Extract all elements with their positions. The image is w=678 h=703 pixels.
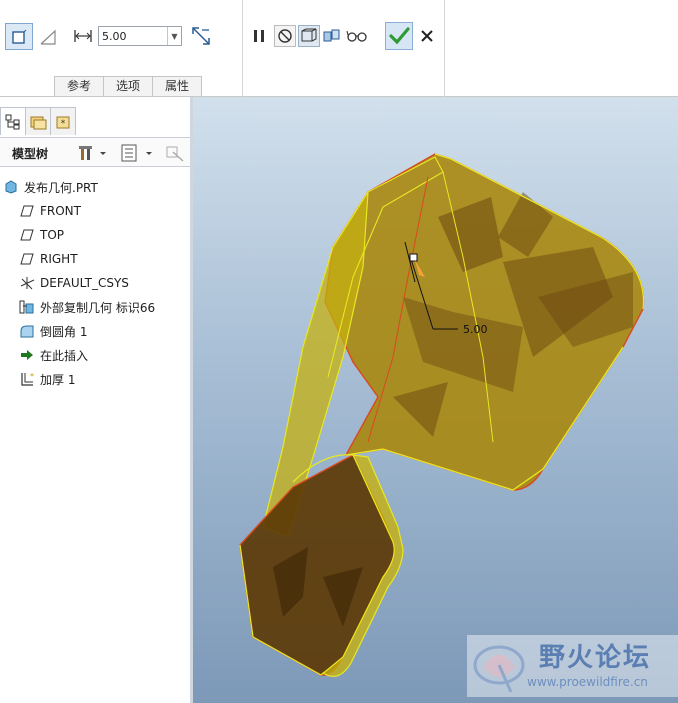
watermark: 野火论坛 www.proewildfire.cn [467, 635, 678, 697]
csys-icon [19, 275, 35, 291]
drag-handle[interactable] [409, 253, 418, 262]
tree-item-top[interactable]: TOP [19, 225, 64, 245]
navigator-panel: * 模型树 发布几何.PRT FRONT TOP RIGHT DEFAULT_C… [0, 97, 193, 703]
cancel-x-icon [421, 30, 433, 42]
no-preview-button[interactable] [274, 25, 296, 47]
tab-references[interactable]: 参考 [54, 76, 105, 96]
tree-item-csys[interactable]: DEFAULT_CSYS [19, 273, 129, 293]
favorites-icon: * [56, 116, 70, 129]
watermark-title: 野火论坛 [539, 643, 652, 673]
folder-browser-icon [30, 116, 47, 129]
depth-dimension-icon [72, 26, 94, 46]
tree-settings-icon [79, 146, 106, 160]
datum-plane-icon [19, 251, 35, 267]
pause-icon [254, 30, 264, 42]
flip-direction-icon [192, 27, 210, 45]
external-copy-icon [19, 299, 35, 315]
filter-button[interactable] [164, 143, 186, 163]
tree-item-part[interactable]: 发布几何.PRT [3, 177, 98, 197]
tree-settings-button[interactable] [76, 143, 110, 163]
svg-text:*: * [61, 119, 66, 129]
thicken-dashboard: ▼ [0, 0, 678, 97]
watermark-logo [473, 645, 525, 693]
verify-icon [323, 29, 340, 42]
insert-here-arrow-icon [19, 347, 35, 363]
tree-item-label: DEFAULT_CSYS [40, 276, 129, 290]
glasses-icon [346, 30, 367, 42]
tab-favorites[interactable]: * [50, 107, 76, 135]
verify-button[interactable] [321, 25, 343, 47]
tree-item-external-copy[interactable]: 外部复制几何 标识66 [19, 297, 155, 317]
no-preview-icon [278, 29, 292, 43]
depth-field[interactable]: ▼ [98, 26, 182, 46]
tree-item-right[interactable]: RIGHT [19, 249, 78, 269]
tab-folder-browser[interactable] [25, 107, 51, 135]
graphics-viewport[interactable]: 5.00 [193, 97, 678, 703]
tree-item-label: 外部复制几何 标识66 [40, 300, 156, 315]
ok-button[interactable] [385, 22, 413, 50]
tree-item-label: RIGHT [40, 252, 78, 266]
round-icon [19, 323, 35, 339]
thicken-surface-button[interactable] [36, 24, 60, 49]
separator [242, 0, 243, 97]
tree-item-label: 加厚 1 [40, 372, 76, 387]
separator [444, 0, 445, 97]
tree-item-thicken[interactable]: * 加厚 1 [19, 369, 75, 389]
thicken-surface-icon [40, 29, 56, 45]
thicken-preview-model: 5.00 [239, 153, 645, 677]
svg-text:*: * [30, 372, 34, 381]
model-tree-title: 模型树 [12, 147, 49, 161]
depth-input[interactable] [99, 28, 167, 44]
tree-item-label: FRONT [40, 204, 81, 218]
pause-button[interactable] [249, 26, 269, 46]
tree-item-round[interactable]: 倒圆角 1 [19, 321, 87, 341]
datum-plane-icon [19, 203, 35, 219]
thicken-feature-icon: * [19, 371, 35, 387]
ok-check-icon [389, 27, 410, 45]
tree-item-label: 倒圆角 1 [40, 324, 88, 339]
tree-item-front[interactable]: FRONT [19, 201, 81, 221]
cancel-button[interactable] [417, 26, 437, 46]
depth-dropdown-arrow[interactable]: ▼ [167, 27, 181, 45]
tab-options[interactable]: 选项 [103, 76, 154, 96]
glasses-button[interactable] [345, 26, 369, 46]
navigator-tabs: * [0, 107, 76, 135]
watermark-url: www.proewildfire.cn [527, 675, 648, 689]
depth-dimension-label[interactable]: 5.00 [463, 323, 488, 336]
dashboard-tabs: 参考 选项 属性 [54, 76, 203, 96]
preview-geometry-button[interactable] [298, 25, 320, 47]
preview-geometry-icon [301, 28, 317, 42]
tab-properties[interactable]: 属性 [152, 76, 203, 96]
show-list-icon [121, 144, 152, 162]
thicken-solid-button[interactable] [5, 23, 33, 50]
model-tree-toolbar: 模型树 [0, 137, 190, 167]
tree-item-label: 发布几何.PRT [24, 180, 98, 195]
show-list-button[interactable] [119, 143, 155, 163]
part-icon [3, 179, 19, 195]
flip-direction-button[interactable] [189, 24, 213, 48]
tab-model-tree[interactable] [0, 107, 26, 135]
datum-plane-icon [19, 227, 35, 243]
model-tree-icon [5, 114, 20, 129]
tree-item-label: TOP [40, 228, 65, 242]
filter-icon [166, 146, 184, 162]
tree-item-label: 在此插入 [40, 348, 89, 363]
tree-item-insert-here[interactable]: 在此插入 [19, 345, 88, 365]
thicken-solid-icon [12, 29, 27, 44]
